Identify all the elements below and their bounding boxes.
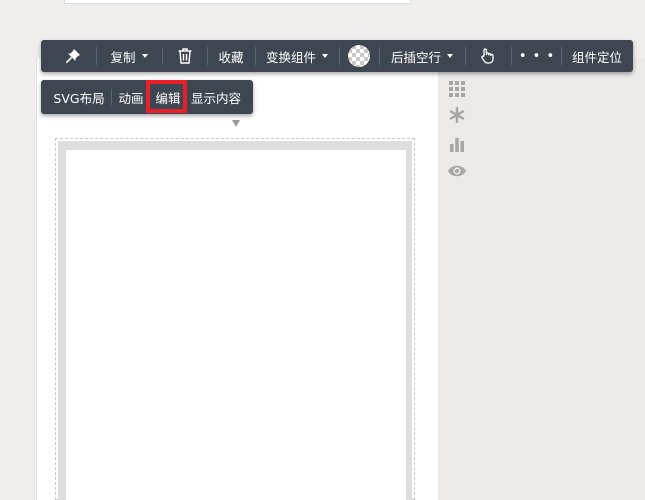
toolbar-divider xyxy=(207,47,208,65)
swap-component-button[interactable]: 变换组件 xyxy=(261,40,333,72)
show-content-button[interactable]: 显示内容 xyxy=(190,80,242,114)
locate-component-label: 组件定位 xyxy=(571,49,622,65)
locate-component-button[interactable]: 组件定位 xyxy=(567,40,627,72)
bar-chart-icon[interactable] xyxy=(446,133,468,155)
component-content-area[interactable] xyxy=(66,150,406,500)
copy-button[interactable]: 复制 xyxy=(105,40,153,72)
show-content-label: 显示内容 xyxy=(190,90,241,106)
transparency-icon xyxy=(348,45,370,67)
asterisk-icon[interactable] xyxy=(446,104,468,126)
favorite-button-label: 收藏 xyxy=(218,49,244,65)
pin-icon[interactable] xyxy=(61,40,85,72)
toolbar-divider xyxy=(255,47,256,65)
more-options-label: • • • xyxy=(518,48,556,64)
subtoolbar-divider xyxy=(111,89,112,105)
swap-component-label: 变换组件 xyxy=(265,49,316,65)
copy-button-label: 复制 xyxy=(110,49,136,65)
edit-highlight-box xyxy=(146,80,187,113)
component-toolbar: 复制 收藏 变换组件 后插空行 • • • 组件定位 xyxy=(41,40,633,72)
toolbar-divider xyxy=(162,47,163,65)
animation-label: 动画 xyxy=(118,90,144,106)
favorite-button[interactable]: 收藏 xyxy=(213,40,249,72)
right-side-panel xyxy=(438,58,645,500)
toolbar-divider xyxy=(561,47,562,65)
grid-icon[interactable] xyxy=(446,78,468,100)
insert-blank-row-label: 后插空行 xyxy=(390,49,441,65)
top-panel-edge xyxy=(64,0,411,4)
chevron-down-icon xyxy=(447,54,453,58)
toolbar-divider xyxy=(96,47,97,65)
more-options-button[interactable]: • • • xyxy=(519,40,555,72)
toolbar-divider xyxy=(465,47,466,65)
selection-pointer-marker xyxy=(232,120,240,127)
svg-layout-label: SVG布局 xyxy=(53,90,105,106)
chevron-down-icon xyxy=(141,54,148,58)
toolbar-divider xyxy=(379,47,380,65)
trash-icon[interactable] xyxy=(171,40,199,72)
eye-icon[interactable] xyxy=(446,160,468,182)
toolbar-divider xyxy=(511,47,512,65)
insert-blank-row-button[interactable]: 后插空行 xyxy=(385,40,459,72)
toolbar-divider xyxy=(339,47,340,65)
hand-pointer-icon[interactable] xyxy=(473,40,501,72)
animation-button[interactable]: 动画 xyxy=(117,80,145,114)
transparency-button[interactable] xyxy=(345,40,373,72)
chevron-down-icon xyxy=(322,54,328,58)
svg-layout-button[interactable]: SVG布局 xyxy=(51,80,107,114)
